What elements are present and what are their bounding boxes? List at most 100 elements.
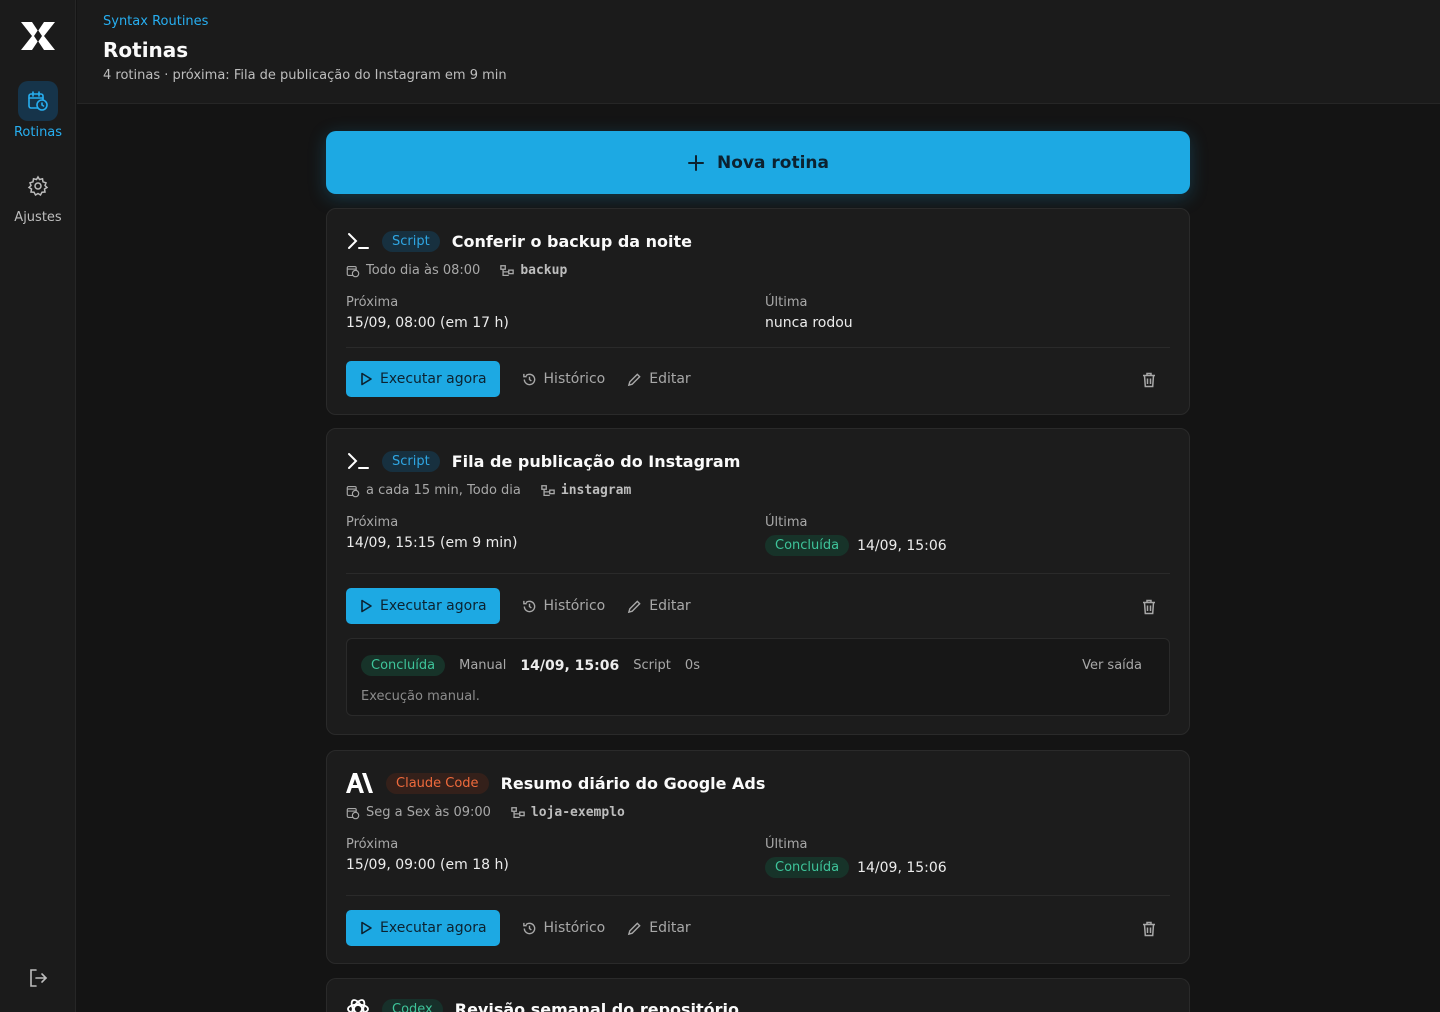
next-time: 14/09, 15:15 (em 9 min) bbox=[346, 535, 518, 551]
run-now-label: Executar agora bbox=[380, 371, 487, 387]
next-time: 15/09, 09:00 (em 18 h) bbox=[346, 857, 509, 873]
run-now-button[interactable]: Executar agora bbox=[346, 588, 500, 624]
calendar-clock-icon bbox=[28, 91, 48, 111]
run-now-button[interactable]: Executar agora bbox=[346, 361, 500, 397]
plus-icon bbox=[688, 154, 704, 171]
divider bbox=[346, 573, 1170, 574]
history-label: Histórico bbox=[543, 598, 606, 614]
sidebar: Rotinas Ajustes bbox=[0, 0, 76, 1012]
last-label: Última bbox=[765, 837, 808, 852]
pencil-icon bbox=[628, 921, 641, 935]
next-value: 14/09, 15:15 (em 9 min) bbox=[346, 535, 517, 551]
history-icon bbox=[522, 373, 535, 385]
history-button[interactable]: Histórico bbox=[522, 598, 606, 614]
status-badge: Concluída bbox=[765, 857, 850, 878]
page-title: Rotinas bbox=[103, 38, 189, 62]
anthropic-icon bbox=[346, 773, 373, 793]
sidebar-item-label: Ajustes bbox=[14, 210, 62, 225]
repo-icon bbox=[511, 806, 525, 818]
trash-icon[interactable] bbox=[1140, 920, 1158, 938]
execution-note: Execução manual. bbox=[361, 689, 480, 704]
history-button[interactable]: Histórico bbox=[522, 920, 606, 936]
sidebar-item-rotinas[interactable]: Rotinas bbox=[0, 81, 76, 140]
history-icon bbox=[522, 922, 535, 934]
history-label: Histórico bbox=[543, 371, 606, 387]
openai-icon bbox=[347, 999, 369, 1012]
breadcrumb[interactable]: Syntax Routines bbox=[103, 14, 208, 29]
terminal-icon bbox=[348, 233, 369, 249]
repo-icon bbox=[541, 484, 555, 496]
repo-icon bbox=[500, 264, 515, 276]
execution-time: 14/09, 15:06 bbox=[520, 657, 620, 674]
last-time: 14/09, 15:06 bbox=[857, 859, 947, 876]
schedule-text: Todo dia às 08:00 bbox=[366, 263, 481, 278]
type-badge: Claude Code bbox=[386, 772, 489, 794]
status-badge: Concluída bbox=[765, 535, 850, 556]
edit-button[interactable]: Editar bbox=[627, 920, 691, 936]
play-icon bbox=[361, 599, 372, 613]
trash-icon[interactable] bbox=[1140, 598, 1158, 616]
last-label: Última bbox=[765, 515, 808, 530]
next-label: Próxima bbox=[346, 295, 399, 310]
edit-button[interactable]: Editar bbox=[627, 598, 691, 614]
repo-name: loja-exemplo bbox=[530, 805, 625, 820]
next-label: Próxima bbox=[346, 515, 399, 530]
next-label: Próxima bbox=[346, 837, 399, 852]
pencil-icon bbox=[628, 599, 641, 613]
execution-entry: Concluída Manual 14/09, 15:06 Script 0s … bbox=[346, 638, 1170, 716]
run-now-button[interactable]: Executar agora bbox=[346, 910, 500, 946]
edit-label: Editar bbox=[649, 371, 691, 387]
history-icon bbox=[522, 600, 535, 612]
next-value: 15/09, 08:00 (em 17 h) bbox=[346, 315, 509, 331]
last-time: 14/09, 15:06 bbox=[857, 537, 947, 554]
divider bbox=[346, 895, 1170, 896]
pencil-icon bbox=[628, 372, 641, 386]
trash-icon[interactable] bbox=[1140, 371, 1158, 389]
execution-kind: Script bbox=[633, 658, 671, 673]
see-output-link[interactable]: Ver saída bbox=[1082, 658, 1142, 673]
sidebar-item-ajustes[interactable]: Ajustes bbox=[0, 166, 76, 225]
routine-card: Script Conferir o backup da noite Todo d… bbox=[326, 208, 1190, 415]
last-value: nunca rodou bbox=[765, 315, 853, 331]
routine-card: Codex Revisão semanal do repositório bbox=[326, 978, 1190, 1012]
last-label: Última bbox=[765, 295, 808, 310]
x-logo-icon[interactable] bbox=[19, 20, 57, 52]
routine-title: Fila de publicação do Instagram bbox=[451, 451, 741, 471]
last-value: Concluída 14/09, 15:06 bbox=[765, 535, 947, 556]
edit-label: Editar bbox=[649, 598, 691, 614]
new-routine-button[interactable]: Nova rotina bbox=[326, 131, 1190, 194]
schedule-text: Seg a Sex às 09:00 bbox=[366, 805, 491, 820]
last-time: nunca rodou bbox=[765, 315, 853, 331]
run-now-label: Executar agora bbox=[380, 598, 487, 614]
page-header: Syntax Routines Rotinas 4 rotinas · próx… bbox=[77, 0, 1440, 104]
logout-icon[interactable] bbox=[27, 967, 49, 989]
last-value: Concluída 14/09, 15:06 bbox=[765, 857, 947, 878]
type-badge: Script bbox=[382, 230, 440, 252]
type-badge: Codex bbox=[382, 998, 443, 1012]
edit-button[interactable]: Editar bbox=[627, 371, 691, 387]
terminal-icon bbox=[348, 453, 369, 469]
schedule-text: a cada 15 min, Todo dia bbox=[366, 483, 521, 498]
routine-title: Revisão semanal do repositório bbox=[454, 999, 740, 1012]
routine-card: Claude Code Resumo diário do Google Ads … bbox=[326, 750, 1190, 964]
repo-name: backup bbox=[520, 263, 568, 278]
type-badge: Script bbox=[382, 450, 440, 472]
calendar-clock-icon bbox=[346, 265, 360, 277]
divider bbox=[346, 347, 1170, 348]
next-value: 15/09, 09:00 (em 18 h) bbox=[346, 857, 509, 873]
calendar-clock-icon bbox=[346, 485, 360, 497]
routine-title: Resumo diário do Google Ads bbox=[500, 773, 766, 793]
calendar-clock-icon bbox=[346, 807, 360, 819]
status-badge: Concluída bbox=[361, 655, 446, 676]
execution-duration: 0s bbox=[684, 658, 700, 673]
execution-trigger: Manual bbox=[459, 658, 507, 673]
run-now-label: Executar agora bbox=[380, 920, 487, 936]
page-subtitle: 4 rotinas · próxima: Fila de publicação … bbox=[103, 68, 507, 83]
history-label: Histórico bbox=[543, 920, 606, 936]
history-button[interactable]: Histórico bbox=[522, 371, 606, 387]
play-icon bbox=[361, 921, 372, 935]
new-routine-label: Nova rotina bbox=[717, 152, 829, 173]
routine-title: Conferir o backup da noite bbox=[451, 231, 693, 251]
edit-label: Editar bbox=[649, 920, 691, 936]
play-icon bbox=[361, 372, 372, 386]
